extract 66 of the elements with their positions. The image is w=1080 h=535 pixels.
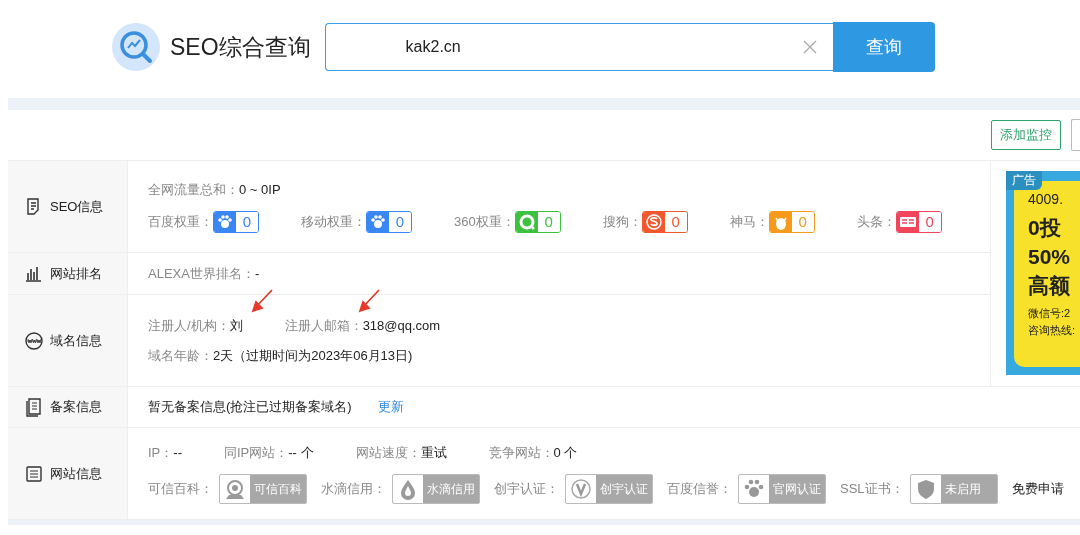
- ad-tag: 广告: [1006, 171, 1042, 190]
- trust-badge[interactable]: 未启用: [909, 473, 998, 504]
- section-label: 域名信息: [50, 331, 102, 350]
- status-text: 暂无备案信息(抢注已过期备案域名): [148, 398, 352, 416]
- field-label: SSL证书：: [840, 479, 904, 498]
- trust-badge[interactable]: 官网认证: [738, 473, 826, 504]
- field-label: 神马：: [729, 212, 769, 231]
- field-value: -- 个: [288, 443, 314, 462]
- field-label: 移动权重：: [301, 212, 366, 231]
- field-label: 同IP网站：: [223, 443, 289, 462]
- field-label: 可信百科：: [148, 479, 213, 498]
- trust-badge[interactable]: 可信百科: [219, 473, 307, 504]
- weight-badge: 0: [768, 210, 815, 233]
- field-label: 注册人/机构：: [148, 316, 230, 335]
- add-monitor-button[interactable]: 添加监控: [991, 120, 1061, 150]
- field-label: 网站速度：: [355, 443, 421, 462]
- search-button[interactable]: 查询: [832, 22, 935, 72]
- weight-badge: 0: [366, 210, 412, 233]
- link[interactable]: 更新: [377, 398, 404, 416]
- field-label: 注册人邮箱：: [284, 316, 363, 335]
- trust-badge[interactable]: 创宇认证: [565, 473, 653, 504]
- weight-badge: 0: [213, 210, 259, 233]
- field-value: 0 个: [553, 443, 578, 462]
- field-label: 竞争网站：: [488, 443, 554, 462]
- field-label: 创宇认证：: [494, 479, 559, 498]
- field-label: IP：: [148, 443, 174, 462]
- apply-link[interactable]: 免费申请: [1011, 479, 1064, 498]
- site-title: SEO综合查询: [170, 32, 311, 62]
- www-globe-icon: [24, 330, 44, 351]
- documents-icon: [24, 397, 44, 417]
- field-value: --: [173, 445, 182, 460]
- trust-badge[interactable]: 水滴信用: [392, 473, 480, 504]
- field-label: 全网流量总和：: [148, 180, 239, 199]
- section-label: 备案信息: [50, 398, 102, 416]
- ad-banner[interactable]: 广告 4009. 0投 50% 高额 微信号:2 咨询热线:: [1006, 171, 1080, 375]
- field-label: 水滴信用：: [321, 479, 386, 498]
- ad-text: 4009.: [1028, 191, 1065, 207]
- weight-badge: 0: [514, 210, 561, 233]
- section-label: SEO信息: [50, 197, 104, 216]
- section-label: 网站信息: [50, 464, 102, 483]
- weight-badge: 0: [895, 210, 942, 233]
- ad-text: 高额: [1028, 273, 1071, 299]
- field-label: 头条：: [856, 212, 896, 231]
- clear-icon[interactable]: [802, 40, 817, 54]
- ad-text: 0投: [1028, 215, 1062, 241]
- list-window-icon: [24, 463, 44, 484]
- ad-text: 微信号:2: [1028, 306, 1072, 321]
- field-value: 318@qq.com: [362, 318, 441, 333]
- field-label: 域名年龄：: [148, 346, 213, 365]
- field-value: -: [254, 266, 260, 281]
- field-label: 百度信誉：: [667, 479, 732, 498]
- search-field[interactable]: kak2.cn: [324, 23, 833, 71]
- field-label: ALEXA世界排名：: [148, 264, 255, 283]
- weight-badge: 0: [641, 210, 688, 233]
- ad-text: 咨询热线:: [1028, 323, 1077, 338]
- field-value: 0 ~ 0IP: [239, 182, 281, 197]
- field-value: 2天（过期时间为2023年06月13日): [213, 346, 413, 365]
- ad-text: 50%: [1028, 244, 1072, 270]
- field-value: 重试: [420, 443, 447, 462]
- field-label: 360权重：: [454, 212, 515, 231]
- field-value: 刘: [229, 316, 243, 335]
- field-label: 百度权重：: [148, 212, 213, 231]
- field-label: 搜狗：: [602, 212, 642, 231]
- partial-button[interactable]: [1071, 119, 1080, 151]
- logo-icon: [112, 23, 160, 71]
- section-label: 网站排名: [50, 264, 102, 283]
